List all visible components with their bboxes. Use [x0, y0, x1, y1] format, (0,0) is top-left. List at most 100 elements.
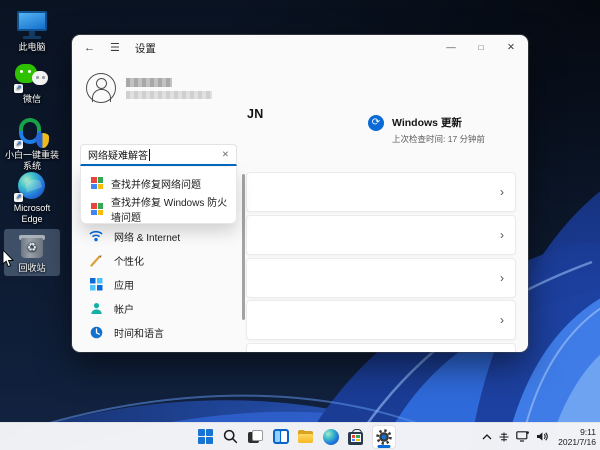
- sidebar-item-personalization[interactable]: 个性化: [80, 248, 237, 272]
- clear-search-icon[interactable]: ✕: [222, 149, 229, 160]
- chevron-right-icon: ›: [500, 313, 504, 327]
- tray-date: 2021/7/16: [558, 437, 596, 447]
- menu-icon[interactable]: ☰: [110, 43, 120, 54]
- window-controls: — □ ✕: [436, 35, 526, 59]
- network-icon[interactable]: [516, 431, 529, 442]
- titlebar[interactable]: ← ☰ 设置 — □ ✕: [72, 35, 528, 61]
- settings-sidebar: 网络疑难解答 ✕ 查找并修复网络问题 查找并修复 Windows 防火墙问题 网…: [72, 61, 245, 352]
- mouse-cursor: [2, 250, 14, 268]
- suggestion-label: 查找并修复 Windows 防火墙问题: [111, 194, 236, 224]
- sidebar-item-network-internet[interactable]: 网络 & Internet: [80, 224, 237, 248]
- file-explorer-button[interactable]: [297, 428, 314, 445]
- desktop-icon-xiaobai-reinstall[interactable]: ↗ 小白一键重装系统: [4, 116, 60, 174]
- desktop-icon-this-pc[interactable]: 此电脑: [4, 8, 60, 55]
- troubleshoot-tile-icon: [91, 177, 103, 189]
- device-name-heading-fragment: JN: [247, 107, 264, 121]
- apps-icon: [89, 277, 103, 291]
- windows-update-title: Windows 更新: [392, 115, 485, 130]
- sidebar-item-time-language[interactable]: 时间和语言: [80, 320, 237, 344]
- search-suggestions-dropdown: 查找并修复网络问题 查找并修复 Windows 防火墙问题: [80, 167, 237, 224]
- sidebar-item-label: 游戏: [114, 349, 134, 353]
- settings-card[interactable]: ›: [246, 172, 516, 212]
- taskbar-center-icons: [197, 423, 396, 450]
- wechat-icon: ↗: [15, 62, 49, 92]
- recycle-bin-icon: ♻: [15, 231, 49, 261]
- task-view-button[interactable]: [247, 428, 264, 445]
- start-button[interactable]: [197, 428, 214, 445]
- shortcut-arrow-icon: ↗: [14, 140, 23, 149]
- settings-content: JN ⟳ Windows 更新 上次检查时间: 17 分钟前 › › › ›: [245, 61, 528, 352]
- back-button[interactable]: ←: [84, 43, 95, 54]
- tray-time: 9:11: [558, 427, 596, 437]
- desktop-icon-microsoft-edge[interactable]: ↗ Microsoft Edge: [4, 169, 60, 227]
- minimize-button[interactable]: —: [436, 35, 466, 59]
- search-icon: [223, 429, 238, 444]
- file-explorer-icon: [297, 428, 314, 445]
- desktop-icon-label: 微信: [4, 94, 60, 105]
- accounts-icon: [89, 301, 103, 315]
- windows-update-status[interactable]: ⟳ Windows 更新 上次检查时间: 17 分钟前: [368, 115, 520, 145]
- hidden-icons-chevron-icon[interactable]: [482, 434, 492, 440]
- volume-icon[interactable]: [536, 431, 548, 442]
- taskbar: 9:11 2021/7/16: [0, 422, 600, 450]
- chevron-right-icon: ›: [500, 271, 504, 285]
- personalization-icon: [89, 253, 103, 267]
- active-app-indicator: [378, 445, 391, 448]
- sidebar-item-label: 应用: [114, 277, 134, 292]
- sidebar-item-label: 帐户: [114, 301, 134, 316]
- task-view-icon: [247, 428, 264, 445]
- profile-name-redacted: [126, 78, 212, 99]
- xiaobai-reinstall-icon: ↗: [15, 118, 49, 148]
- chevron-right-icon: ›: [500, 185, 504, 199]
- search-value: 网络疑难解答: [88, 147, 148, 162]
- edge-icon: ↗: [15, 171, 49, 201]
- wifi-icon: [89, 229, 103, 243]
- text-caret: [149, 149, 150, 161]
- desktop-icon-label: Microsoft Edge: [4, 203, 60, 225]
- window-title: 设置: [135, 41, 156, 56]
- store-icon: [348, 432, 363, 445]
- taskbar-search-button[interactable]: [222, 428, 239, 445]
- profile[interactable]: [86, 73, 237, 103]
- sidebar-item-label: 时间和语言: [114, 325, 164, 340]
- edge-icon: [323, 429, 339, 445]
- sidebar-item-accounts[interactable]: 帐户: [80, 296, 237, 320]
- sidebar-item-gaming[interactable]: 游戏: [80, 344, 237, 352]
- close-button[interactable]: ✕: [496, 35, 526, 59]
- shortcut-arrow-icon: ↗: [14, 193, 23, 202]
- chevron-right-icon: ›: [500, 228, 504, 242]
- windows-update-last-checked: 上次检查时间: 17 分钟前: [392, 133, 485, 145]
- settings-card-partial[interactable]: [246, 343, 516, 352]
- suggestion-fix-firewall[interactable]: 查找并修复 Windows 防火墙问题: [81, 196, 236, 222]
- settings-window: ← ☰ 设置 — □ ✕ 网络疑难解答 ✕ 查找并修复网络问题: [72, 35, 528, 352]
- sidebar-item-label: 个性化: [114, 253, 144, 268]
- store-button[interactable]: [347, 428, 364, 445]
- settings-card[interactable]: ›: [246, 258, 516, 298]
- suggestion-fix-network[interactable]: 查找并修复网络问题: [81, 170, 236, 196]
- system-tray: 9:11 2021/7/16: [482, 423, 596, 450]
- this-pc-icon: [15, 10, 49, 40]
- maximize-button[interactable]: □: [466, 35, 496, 59]
- clock[interactable]: 9:11 2021/7/16: [558, 427, 596, 447]
- search-input[interactable]: 网络疑难解答 ✕: [80, 144, 237, 166]
- windows-logo-icon: [198, 429, 213, 444]
- desktop-icon-wechat[interactable]: ↗ 微信: [4, 60, 60, 107]
- avatar-person-icon: [86, 73, 116, 103]
- gear-icon: [376, 429, 392, 445]
- gaming-icon: [89, 349, 103, 352]
- shortcut-arrow-icon: ↗: [14, 84, 23, 93]
- settings-card[interactable]: ›: [246, 300, 516, 340]
- sidebar-nav: 网络 & Internet 个性化 应用 帐户: [80, 224, 237, 352]
- ime-icon[interactable]: [499, 432, 509, 442]
- settings-card[interactable]: ›: [246, 215, 516, 255]
- troubleshoot-tile-icon: [91, 203, 103, 215]
- sidebar-item-apps[interactable]: 应用: [80, 272, 237, 296]
- sidebar-item-label: 网络 & Internet: [114, 229, 180, 244]
- settings-taskbar-button[interactable]: [372, 425, 396, 449]
- sync-icon: ⟳: [368, 115, 384, 131]
- edge-button[interactable]: [322, 428, 339, 445]
- desktop-icon-label: 此电脑: [4, 42, 60, 53]
- widgets-button[interactable]: [272, 428, 289, 445]
- time-language-icon: [89, 325, 103, 339]
- widgets-icon: [273, 429, 289, 444]
